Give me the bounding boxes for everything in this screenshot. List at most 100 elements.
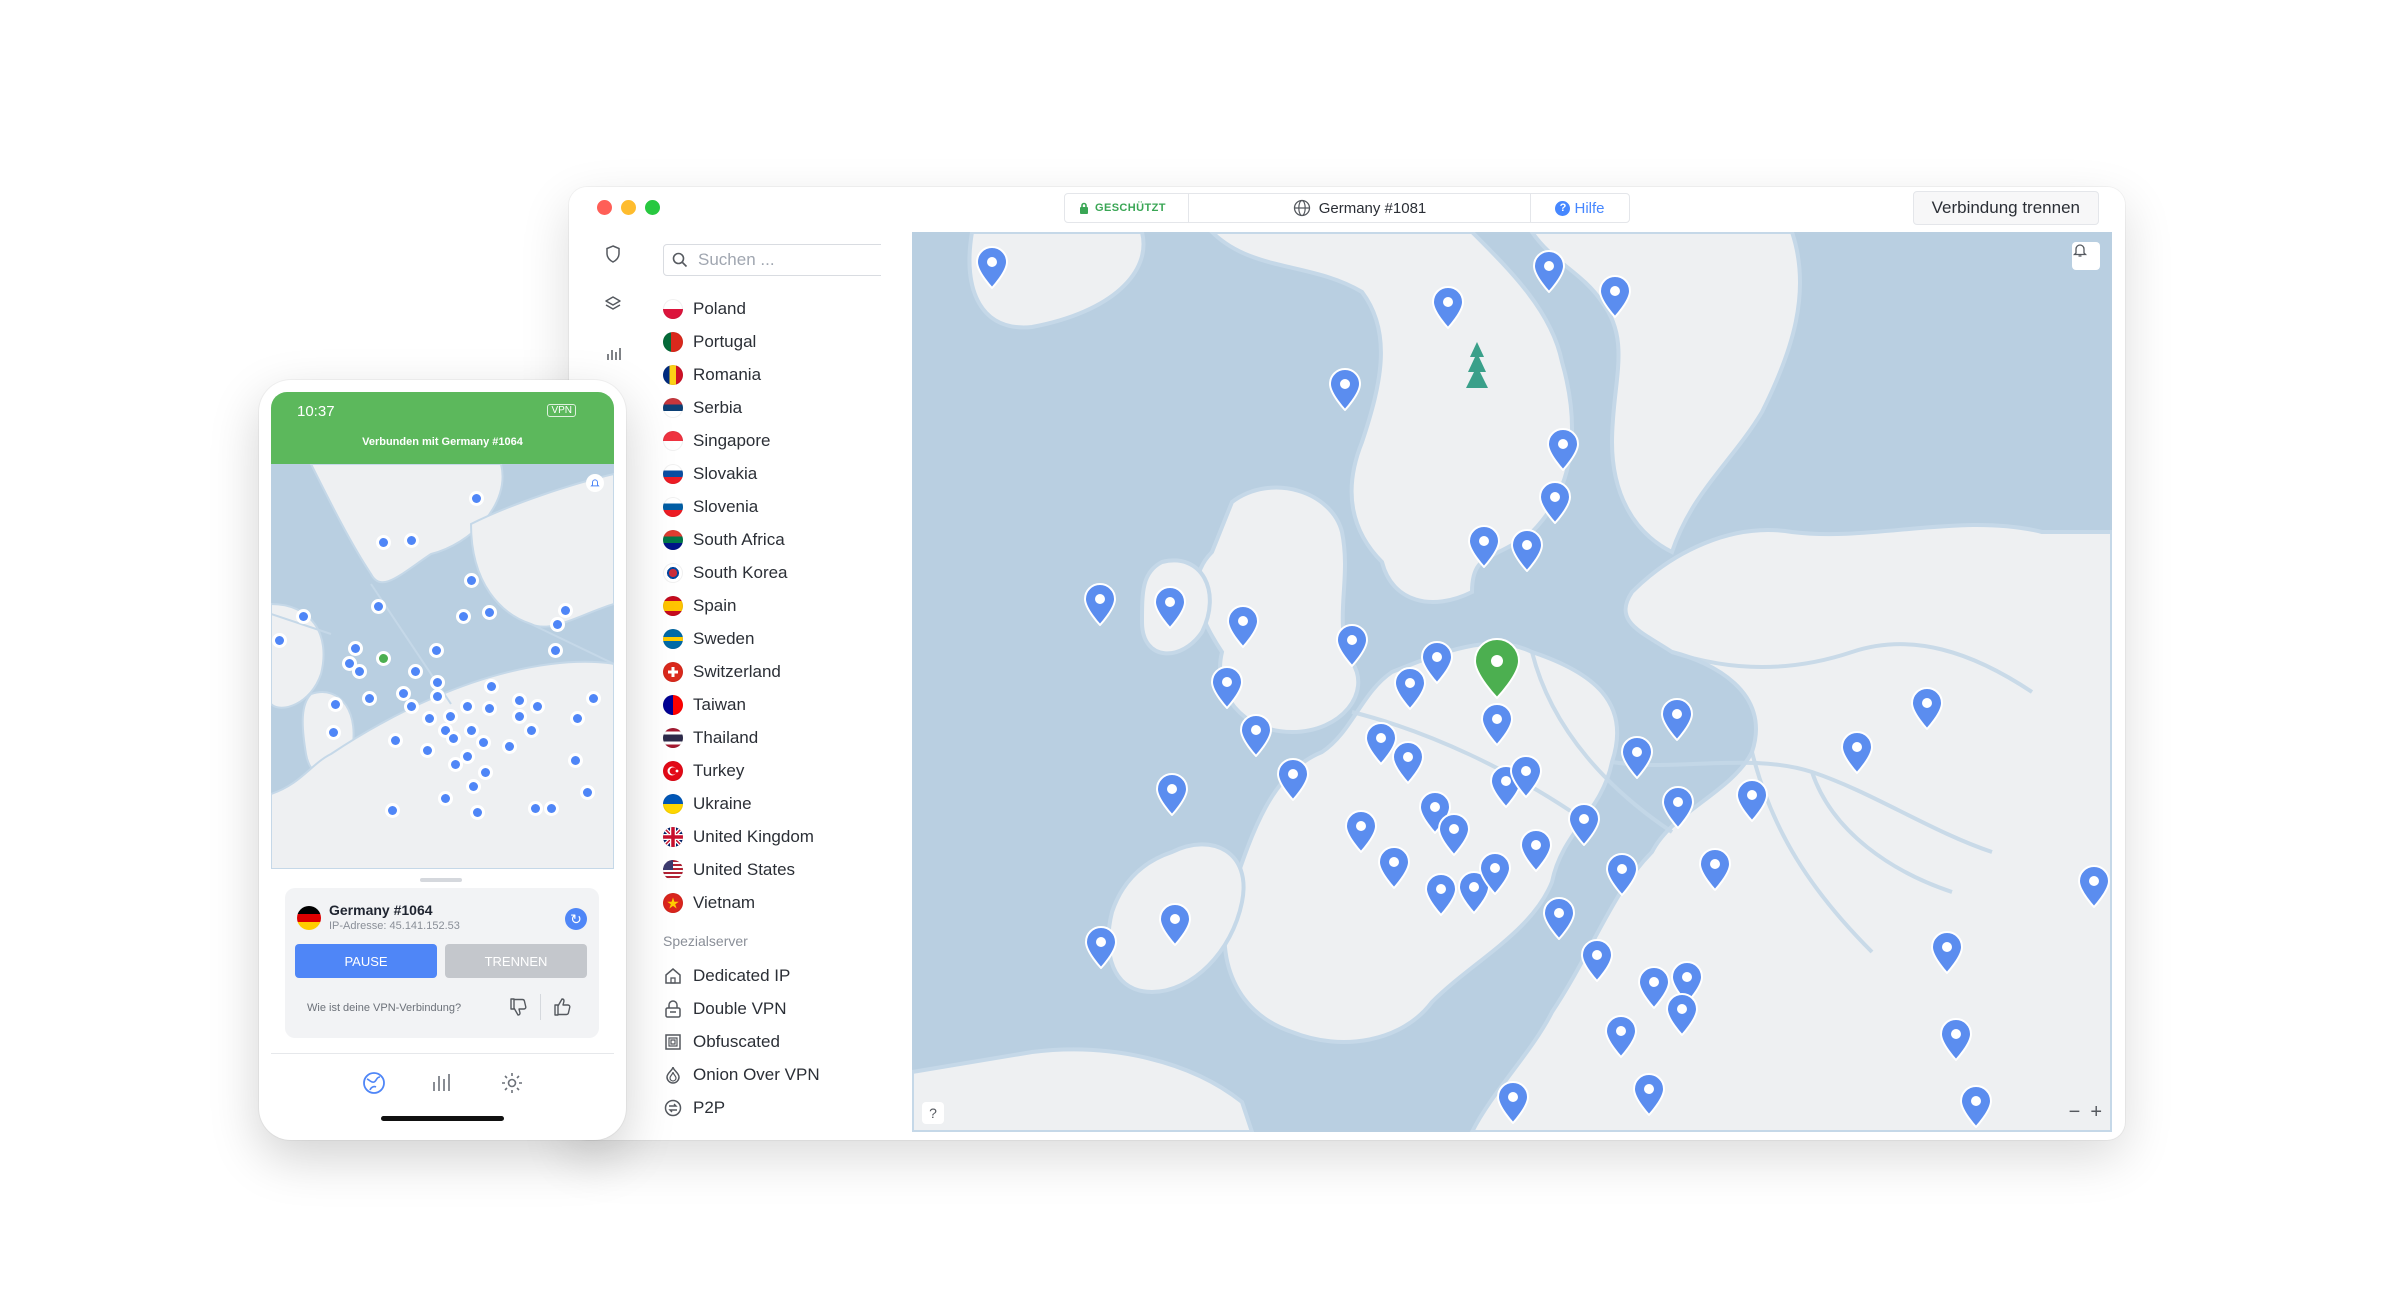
connected-map-dot[interactable] [379, 654, 388, 663]
maximize-window-button[interactable] [645, 200, 660, 215]
map-dot[interactable] [479, 738, 488, 747]
server-pin[interactable] [1604, 1014, 1638, 1058]
server-pin[interactable] [1698, 847, 1732, 891]
thumbs-down-icon[interactable] [507, 996, 529, 1018]
map-dot[interactable] [407, 702, 416, 711]
server-pin[interactable] [1542, 896, 1576, 940]
stats-tab-icon[interactable] [429, 1070, 455, 1096]
country-item-slovakia[interactable]: Slovakia [663, 457, 881, 490]
country-item-serbia[interactable]: Serbia [663, 391, 881, 424]
mobile-disconnect-button[interactable]: TRENNEN [445, 944, 587, 978]
server-pin[interactable] [1420, 640, 1454, 684]
server-pin[interactable] [1735, 778, 1769, 822]
map-dot[interactable] [374, 602, 383, 611]
server-pin[interactable] [1239, 713, 1273, 757]
server-pin[interactable] [1153, 585, 1187, 629]
server-pin[interactable] [1328, 367, 1362, 411]
map-dot[interactable] [379, 538, 388, 547]
map-dot[interactable] [571, 756, 580, 765]
map-dot[interactable] [485, 704, 494, 713]
country-item-sweden[interactable]: Sweden [663, 622, 881, 655]
server-pin[interactable] [1661, 785, 1695, 829]
server-pin[interactable] [1546, 427, 1580, 471]
shield-icon[interactable] [603, 244, 623, 264]
server-pin[interactable] [1158, 902, 1192, 946]
map-dot[interactable] [441, 794, 450, 803]
server-pin[interactable] [1431, 285, 1465, 329]
map-dot[interactable] [589, 694, 598, 703]
server-pin[interactable] [1598, 274, 1632, 318]
mobile-bell-button[interactable] [586, 474, 604, 492]
map-dot[interactable] [425, 714, 434, 723]
zoom-out-button[interactable]: − [2069, 1101, 2081, 1124]
server-pin[interactable] [1910, 686, 1944, 730]
country-item-south-korea[interactable]: South Korea [663, 556, 881, 589]
map-dot[interactable] [533, 702, 542, 711]
server-pin[interactable] [1840, 730, 1874, 774]
search-input[interactable] [696, 249, 870, 271]
map-dot[interactable] [451, 760, 460, 769]
country-item-switzerland[interactable]: Switzerland [663, 655, 881, 688]
server-pin[interactable] [1510, 528, 1544, 572]
search-box[interactable] [663, 244, 881, 276]
server-pin[interactable] [1480, 702, 1514, 746]
map-dot[interactable] [432, 646, 441, 655]
map-dot[interactable] [487, 682, 496, 691]
close-window-button[interactable] [597, 200, 612, 215]
map-dot[interactable] [441, 726, 450, 735]
map-dot[interactable] [365, 694, 374, 703]
map-dot[interactable] [561, 606, 570, 615]
notifications-button[interactable] [2072, 242, 2100, 270]
server-pin[interactable] [1959, 1084, 1993, 1128]
server-pin[interactable] [1665, 992, 1699, 1036]
server-pin[interactable] [1930, 930, 1964, 974]
server-pin[interactable] [1364, 721, 1398, 765]
map-dot[interactable] [463, 702, 472, 711]
help-link[interactable]: ? Hilfe [1531, 200, 1629, 217]
map-dot[interactable] [399, 689, 408, 698]
map-dot[interactable] [433, 692, 442, 701]
map-dot[interactable] [469, 782, 478, 791]
server-pin[interactable] [1083, 582, 1117, 626]
map-dot[interactable] [467, 576, 476, 585]
map-help-button[interactable]: ? [922, 1102, 944, 1124]
server-pin[interactable] [1424, 872, 1458, 916]
layers-icon[interactable] [603, 294, 623, 314]
map-dot[interactable] [423, 746, 432, 755]
server-pin[interactable] [2077, 864, 2111, 908]
server-pin[interactable] [1478, 851, 1512, 895]
map-dot[interactable] [553, 620, 562, 629]
map-dot[interactable] [463, 752, 472, 761]
country-item-thailand[interactable]: Thailand [663, 721, 881, 754]
special-item-onion-over-vpn[interactable]: Onion Over VPN [663, 1058, 881, 1091]
map-dot[interactable] [472, 494, 481, 503]
country-item-united-kingdom[interactable]: United Kingdom [663, 820, 881, 853]
server-pin[interactable] [1532, 249, 1566, 293]
stats-icon[interactable] [603, 344, 623, 364]
globe-tab-icon[interactable] [361, 1070, 387, 1096]
map-dot[interactable] [345, 659, 354, 668]
country-item-poland[interactable]: Poland [663, 292, 881, 325]
map-dot[interactable] [515, 696, 524, 705]
server-pin[interactable] [1155, 772, 1189, 816]
map-dot[interactable] [459, 612, 468, 621]
server-pin[interactable] [1620, 735, 1654, 779]
country-item-ukraine[interactable]: Ukraine [663, 787, 881, 820]
country-item-portugal[interactable]: Portugal [663, 325, 881, 358]
server-pin[interactable] [1377, 845, 1411, 889]
server-map[interactable]: ? − + [912, 232, 2112, 1132]
mobile-map[interactable] [271, 464, 614, 869]
pause-button[interactable]: PAUSE [295, 944, 437, 978]
country-item-singapore[interactable]: Singapore [663, 424, 881, 457]
connected-server-pin[interactable] [1472, 637, 1522, 699]
country-item-united-states[interactable]: United States [663, 853, 881, 886]
disconnect-button[interactable]: Verbindung trennen [1912, 191, 2099, 225]
drag-handle[interactable] [420, 878, 462, 882]
server-pin[interactable] [1605, 852, 1639, 896]
settings-gear-icon[interactable] [499, 1070, 525, 1096]
country-item-south-africa[interactable]: South Africa [663, 523, 881, 556]
refresh-icon[interactable]: ↻ [565, 908, 587, 930]
map-dot[interactable] [299, 612, 308, 621]
map-dot[interactable] [411, 667, 420, 676]
map-dot[interactable] [275, 636, 284, 645]
